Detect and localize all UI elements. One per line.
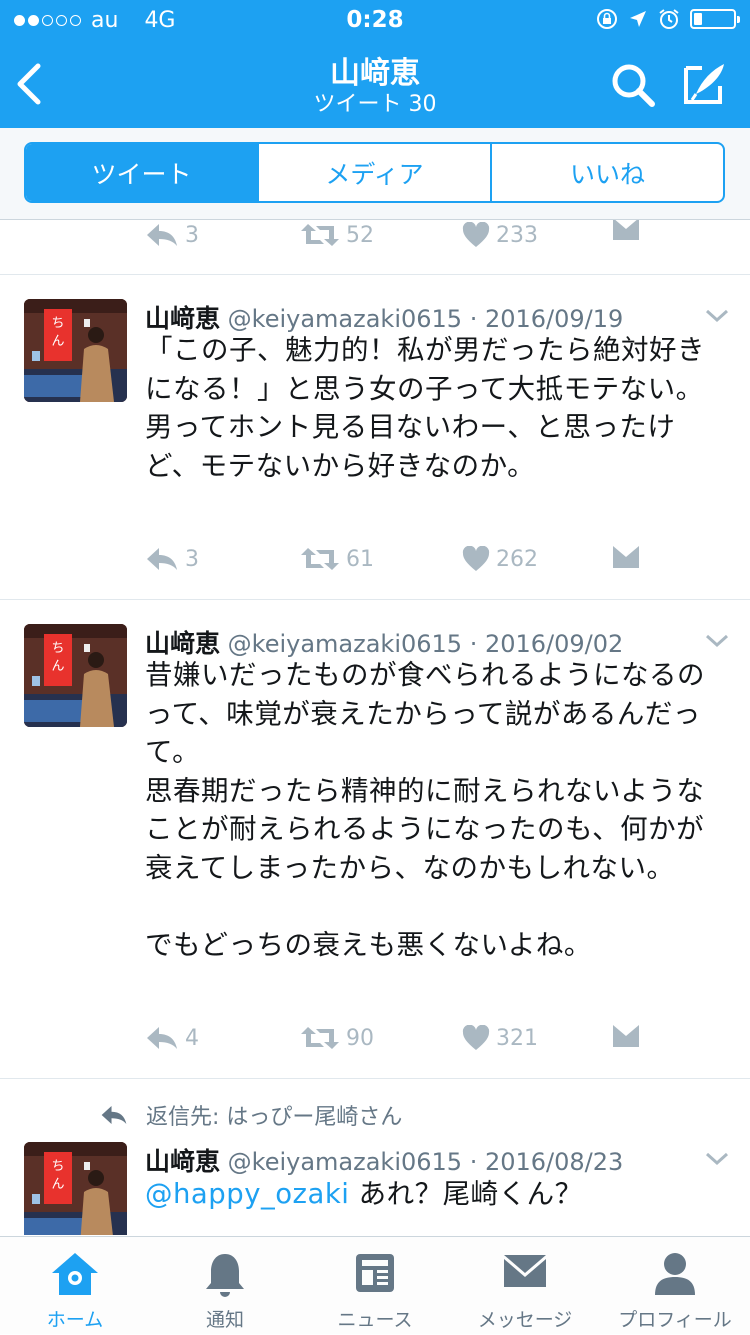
search-icon[interactable] — [610, 62, 656, 108]
dm-share-button[interactable] — [610, 542, 642, 574]
mention-link[interactable]: @happy_ozaki — [145, 1178, 349, 1210]
tweet-text-body: あれ？尾崎くん？ — [349, 1178, 583, 1210]
rotation-lock-icon — [597, 9, 617, 29]
svg-text:ち: ち — [51, 316, 64, 331]
svg-text:ち: ち — [51, 1159, 64, 1174]
tweet-actions: 3 52 233 — [0, 220, 750, 262]
reply-button[interactable]: 3 — [145, 222, 199, 248]
tab-home[interactable]: ホーム — [0, 1237, 150, 1335]
tab-messages[interactable]: メッセージ — [450, 1237, 600, 1335]
envelope-share-icon — [613, 220, 639, 240]
avatar[interactable]: ち ん — [24, 624, 127, 727]
retweet-button[interactable]: 61 — [300, 546, 374, 572]
retweet-button[interactable]: 90 — [300, 1025, 374, 1051]
tweet-header: 山﨑恵 @keiyamazaki0615 · 2016/08/23 — [145, 1142, 623, 1178]
status-bar: au 4G 0:28 — [0, 0, 750, 40]
reply-icon — [101, 1105, 127, 1125]
author-name[interactable]: 山﨑恵 — [145, 304, 220, 333]
compose-icon[interactable] — [682, 60, 728, 106]
retweet-icon — [301, 548, 339, 570]
tweet-text: 昔嫌いだったものが食べられるようになるのって、味覚が衰えたからって説があるんだっ… — [145, 659, 705, 961]
like-button[interactable]: 233 — [462, 222, 538, 248]
tab-profile[interactable]: プロフィール — [600, 1237, 750, 1335]
author-name[interactable]: 山﨑恵 — [145, 629, 220, 658]
reply-button[interactable]: 3 — [145, 546, 199, 572]
timeline[interactable]: 3 52 233 ち ん 山﨑恵 @keiyamazaki0615 · 2016… — [0, 220, 750, 1235]
reply-icon — [147, 224, 177, 246]
heart-icon — [462, 1025, 490, 1050]
svg-text:ん: ん — [51, 1177, 64, 1192]
tab-profile-label: プロフィール — [618, 1309, 732, 1331]
reply-to-label: 返信先: はっぴー尾崎さん — [146, 1105, 403, 1130]
svg-text:ん: ん — [51, 659, 64, 674]
tweet-text: @happy_ozaki あれ？尾崎くん？ — [145, 1175, 725, 1214]
tab-likes[interactable]: いいね — [492, 144, 723, 201]
location-icon — [630, 11, 646, 27]
bell-icon — [206, 1254, 244, 1297]
envelope-icon — [504, 1255, 546, 1287]
avatar[interactable]: ち ん — [24, 1142, 127, 1235]
reply-count: 3 — [185, 546, 199, 572]
profile-tabs-area: ツイート メディア いいね — [0, 128, 750, 220]
retweet-icon — [301, 224, 339, 246]
tweet-actions: 4 90 321 — [0, 1025, 750, 1065]
author-meta: @keiyamazaki0615 · 2016/09/19 — [227, 305, 624, 333]
dm-share-button[interactable] — [610, 1021, 642, 1053]
tab-media[interactable]: メディア — [259, 144, 492, 201]
chevron-down-icon[interactable] — [704, 632, 730, 650]
svg-text:ん: ん — [51, 334, 64, 349]
reply-count: 3 — [185, 222, 199, 248]
like-button[interactable]: 262 — [462, 546, 538, 572]
retweet-count: 52 — [346, 222, 374, 248]
status-right — [596, 8, 740, 30]
chevron-down-icon[interactable] — [704, 307, 730, 325]
tab-tweets[interactable]: ツイート — [26, 144, 259, 201]
reply-button[interactable]: 4 — [145, 1025, 199, 1051]
segmented-control: ツイート メディア いいね — [24, 142, 725, 203]
envelope-share-icon — [613, 1025, 639, 1047]
like-count: 262 — [496, 546, 538, 572]
avatar[interactable]: ち ん — [24, 299, 127, 402]
person-icon — [655, 1253, 695, 1295]
tweet[interactable]: ち ん 山﨑恵 @keiyamazaki0615 · 2016/09/02 昔嫌… — [0, 600, 750, 1078]
tweet-actions: 3 61 262 — [0, 546, 750, 586]
home-icon — [52, 1253, 98, 1295]
svg-text:ち: ち — [51, 641, 64, 656]
tweet-header: 山﨑恵 @keiyamazaki0615 · 2016/09/02 — [145, 624, 623, 660]
tweet-text: 「この子、魅力的！私が男だったら絶対好きになる！」と思う女の子って大抵モテない。… — [145, 334, 705, 482]
reply-count: 4 — [185, 1025, 199, 1051]
like-count: 233 — [496, 222, 538, 248]
tweet-header: 山﨑恵 @keiyamazaki0615 · 2016/09/19 — [145, 299, 623, 335]
author-name[interactable]: 山﨑恵 — [145, 1147, 220, 1176]
like-count: 321 — [496, 1025, 538, 1051]
retweet-button[interactable]: 52 — [300, 222, 374, 248]
heart-icon — [462, 546, 490, 571]
envelope-share-icon — [613, 546, 639, 568]
battery-icon — [690, 9, 740, 29]
reply-context[interactable]: 返信先: はっぴー尾崎さん — [100, 1099, 402, 1131]
chevron-down-icon[interactable] — [704, 1150, 730, 1168]
like-button[interactable]: 321 — [462, 1025, 538, 1051]
reply-icon — [147, 1027, 177, 1049]
nav-bar: 山﨑恵 ツイート 30 — [0, 40, 750, 128]
author-meta: @keiyamazaki0615 · 2016/09/02 — [227, 630, 624, 658]
tweet[interactable]: ち ん 山﨑恵 @keiyamazaki0615 · 2016/09/19 「こ… — [0, 275, 750, 598]
tab-news-label: ニュース — [337, 1309, 413, 1331]
reply-icon — [147, 548, 177, 570]
tab-messages-label: メッセージ — [477, 1309, 573, 1331]
tab-home-label: ホーム — [46, 1309, 104, 1331]
tab-news[interactable]: ニュース — [300, 1237, 450, 1335]
retweet-icon — [301, 1027, 339, 1049]
retweet-count: 90 — [346, 1025, 374, 1051]
dm-share-button[interactable] — [610, 220, 642, 246]
alarm-icon — [659, 9, 679, 29]
tweet[interactable]: 返信先: はっぴー尾崎さん ち ん 山﨑恵 @keiyamazaki0615 ·… — [0, 1079, 750, 1235]
retweet-count: 61 — [346, 546, 374, 572]
heart-icon — [462, 222, 490, 247]
tab-notifications-label: 通知 — [205, 1309, 244, 1331]
author-meta: @keiyamazaki0615 · 2016/08/23 — [227, 1148, 624, 1176]
tab-notifications[interactable]: 通知 — [150, 1237, 300, 1335]
tab-bar: ホーム 通知 ニュース メッセージ プロフィール — [0, 1236, 750, 1334]
news-icon — [356, 1254, 394, 1292]
